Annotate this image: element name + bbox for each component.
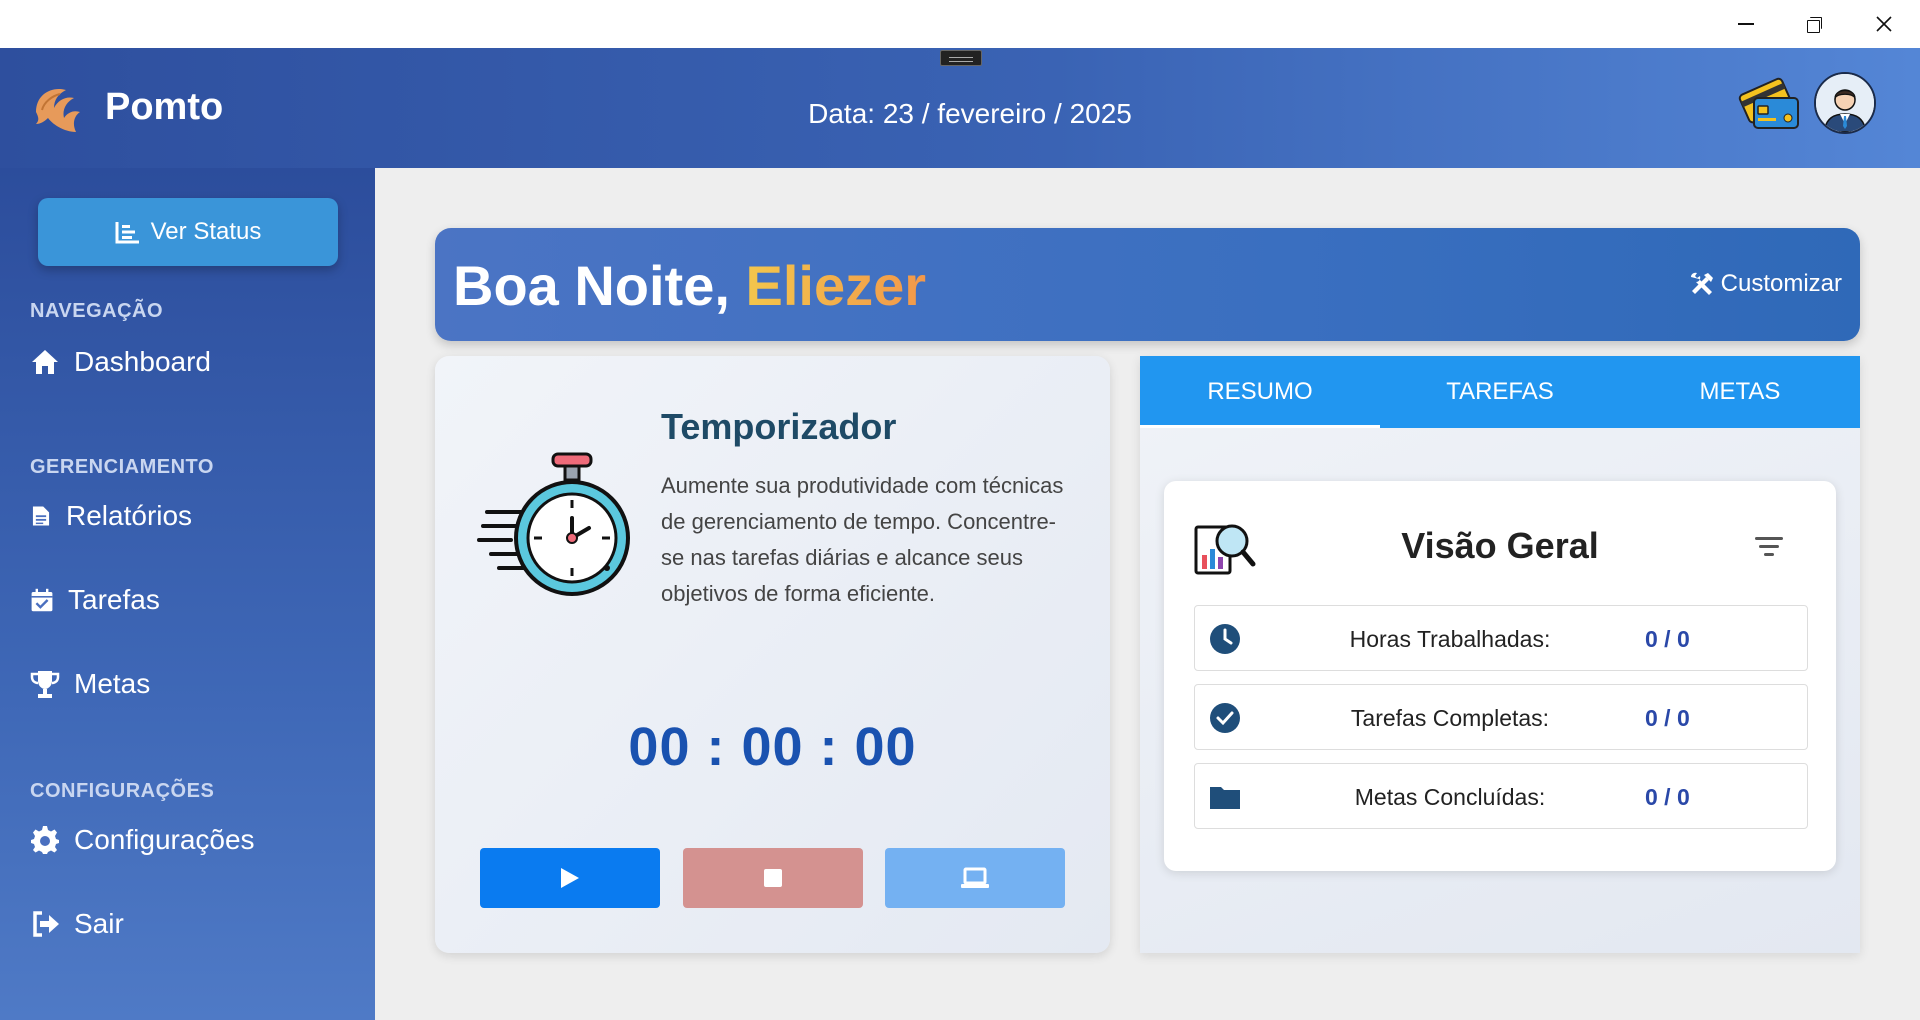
timer-title: Temporizador [661, 406, 897, 447]
section-title-navigation: NAVEGAÇÃO [30, 300, 164, 322]
summary-panel: RESUMO TAREFAS METAS Visão Geral Horas T… [1140, 356, 1860, 953]
overview-card: Visão Geral Horas Trabalhadas: 0 / 0 Tar… [1164, 481, 1836, 871]
sidebar-item-label: Configurações [74, 824, 255, 855]
screen-mode-button[interactable] [885, 848, 1065, 908]
user-avatar-icon [1816, 74, 1874, 132]
document-icon [32, 506, 50, 526]
sidebar-item-label: Dashboard [74, 346, 211, 377]
play-button[interactable] [480, 848, 660, 908]
overview-row-value: 0 / 0 [1645, 784, 1690, 810]
overview-row-hours: Horas Trabalhadas: 0 / 0 [1194, 605, 1808, 671]
overview-row-value: 0 / 0 [1645, 705, 1690, 731]
greeting-prefix: Boa Noite, [453, 254, 746, 317]
stopwatch-icon [477, 452, 630, 596]
overview-row-goals: Metas Concluídas: 0 / 0 [1194, 763, 1808, 829]
overview-row-label: Tarefas Completas: [1350, 705, 1550, 731]
minimize-button[interactable] [1712, 0, 1780, 48]
view-status-button[interactable]: Ver Status [38, 198, 338, 266]
greeting-text: Boa Noite, Eliezer [453, 253, 926, 318]
timer-display: 00 : 00 : 00 [628, 717, 917, 777]
tab-metas[interactable]: METAS [1620, 356, 1860, 428]
overview-row-value: 0 / 0 [1645, 626, 1690, 652]
header-date: Data: 23 / fevereiro / 2025 [808, 98, 1132, 129]
window-titlebar [0, 0, 1920, 48]
credit-card-icon[interactable] [1738, 72, 1802, 134]
timer-card: Temporizador Aumente sua produtividade c… [435, 356, 1110, 953]
tools-icon [1690, 272, 1713, 295]
home-icon [32, 350, 58, 374]
tab-tarefas[interactable]: TAREFAS [1380, 356, 1620, 428]
sidebar: Ver Status NAVEGAÇÃO Dashboard GERENCIAM… [0, 168, 375, 1020]
filter-icon[interactable] [1754, 533, 1784, 559]
bar-chart-icon [115, 222, 139, 244]
greeting-user-name: Eliezer [745, 254, 927, 317]
laptop-icon [961, 867, 989, 888]
sidebar-item-label: Metas [74, 668, 151, 699]
restore-icon [1807, 17, 1822, 33]
close-button[interactable] [1850, 0, 1918, 48]
sidebar-item-logout[interactable]: Sair [30, 902, 124, 946]
overview-row-tasks: Tarefas Completas: 0 / 0 [1194, 684, 1808, 750]
stop-icon [764, 869, 782, 887]
customize-button[interactable]: Customizar [1689, 270, 1842, 298]
sidebar-item-label: Sair [74, 908, 124, 939]
gear-icon [31, 826, 59, 854]
sidebar-item-label: Relatórios [66, 500, 193, 531]
sidebar-item-reports[interactable]: Relatórios [30, 494, 192, 538]
sidebar-item-goals[interactable]: Metas [30, 662, 150, 706]
overview-row-label: Horas Trabalhadas: [1349, 626, 1551, 652]
sidebar-item-dashboard[interactable]: Dashboard [30, 340, 211, 384]
calendar-check-icon [31, 588, 53, 612]
minimize-icon [1738, 23, 1754, 25]
play-icon [561, 868, 579, 888]
tab-resumo[interactable]: RESUMO [1140, 356, 1380, 428]
drag-handle[interactable] [940, 50, 982, 66]
section-title-management: GERENCIAMENTO [30, 456, 214, 478]
sidebar-item-settings[interactable]: Configurações [30, 818, 255, 862]
sidebar-item-tasks[interactable]: Tarefas [30, 578, 160, 622]
logout-icon [33, 911, 59, 937]
overview-row-label: Metas Concluídas: [1354, 784, 1546, 810]
tab-bar: RESUMO TAREFAS METAS [1140, 356, 1860, 428]
overview-title: Visão Geral [1401, 525, 1599, 566]
close-icon [1876, 16, 1892, 32]
trophy-icon [30, 671, 60, 698]
timer-description: Aumente sua produtividade com técnicas d… [661, 473, 1064, 606]
section-title-settings: CONFIGURAÇÕES [30, 780, 215, 802]
greeting-banner: Boa Noite, Eliezer Customizar [435, 228, 1860, 341]
sidebar-item-label: Tarefas [68, 584, 160, 615]
customize-label: Customizar [1720, 270, 1842, 297]
stop-button[interactable] [683, 848, 863, 908]
user-avatar[interactable] [1814, 72, 1876, 134]
view-status-label: Ver Status [150, 218, 262, 245]
restore-button[interactable] [1780, 0, 1848, 48]
